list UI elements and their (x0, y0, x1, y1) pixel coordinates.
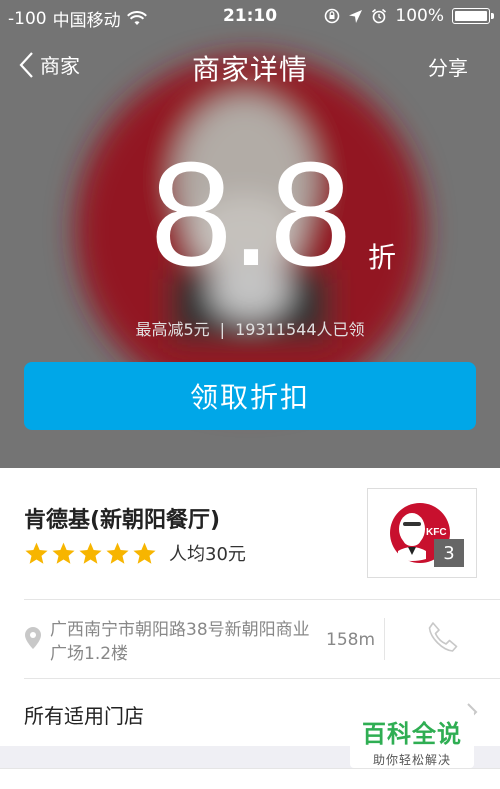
status-bar: -100 中国移动 21:10 100% (0, 0, 500, 32)
watermark-subtitle: 助你轻松解决 (372, 753, 451, 767)
alarm-icon (372, 8, 387, 24)
photo-count-badge: 3 (434, 539, 464, 567)
phone-icon[interactable] (424, 620, 460, 656)
star-icon (106, 542, 129, 564)
discount-display: 8.8 折 (0, 140, 500, 290)
address-row[interactable]: 广西南宁市朝阳路38号新朝阳商业广场1.2楼 158m (0, 600, 500, 678)
page-title: 商家详情 (191, 53, 308, 86)
merchant-address: 广西南宁市朝阳路38号新朝阳商业广场1.2楼 (50, 620, 310, 664)
stats-separator: | (219, 320, 226, 339)
map-pin-icon (25, 627, 41, 649)
star-icon (133, 542, 156, 564)
share-button[interactable]: 分享 (428, 52, 468, 81)
star-icon (52, 542, 75, 564)
vertical-divider (384, 618, 385, 660)
battery-icon (452, 8, 494, 24)
divider (24, 678, 500, 679)
merchant-card: 肯德基(新朝阳餐厅) 人均30元 KFC 3 广西南宁市朝阳路38号新朝阳商业广 (0, 468, 500, 746)
offer-hero: -100 中国移动 21:10 100% 商家 商家详情 分享 8.8 折 最高… (0, 0, 500, 468)
navigation-bar: 商家 商家详情 分享 (0, 40, 500, 94)
status-icons: 100% (324, 6, 494, 26)
rotation-lock-icon (325, 8, 340, 24)
star-rating (24, 541, 157, 566)
merchant-name: 肯德基(新朝阳餐厅) (24, 508, 221, 533)
star-icon (79, 542, 102, 564)
merchant-distance: 158m (326, 630, 376, 650)
bottom-section (0, 768, 500, 789)
watermark: 百科全说 助你轻松解决 (350, 710, 474, 768)
claimed-count: 19311544人已领 (235, 320, 365, 339)
location-arrow-icon (349, 9, 363, 23)
merchant-photo[interactable]: KFC 3 (367, 488, 477, 578)
offer-stats: 最高减5元 | 19311544人已领 (0, 316, 500, 340)
average-price: 人均30元 (169, 544, 246, 565)
max-reduction: 最高减5元 (135, 320, 210, 339)
discount-unit: 折 (368, 241, 397, 274)
svg-text:KFC: KFC (426, 527, 447, 538)
battery-percent: 100% (395, 6, 444, 26)
all-stores-label: 所有适用门店 (24, 704, 144, 728)
claim-discount-button[interactable]: 领取折扣 (24, 362, 476, 430)
watermark-title: 百科全说 (362, 720, 462, 748)
discount-value: 8.8 (150, 132, 352, 297)
merchant-rating: 人均30元 (24, 540, 246, 566)
star-icon (25, 542, 48, 564)
